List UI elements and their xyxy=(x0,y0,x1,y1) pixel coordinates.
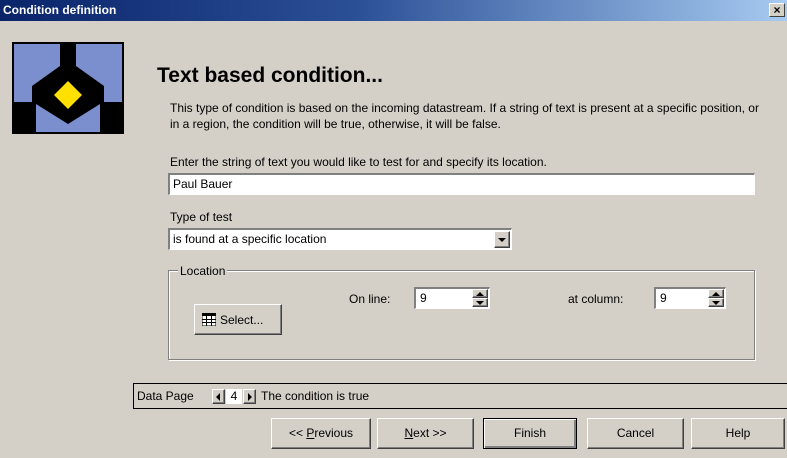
previous-button[interactable]: << Previous xyxy=(271,418,371,449)
page-number: 4 xyxy=(226,389,242,404)
line-decrement-button[interactable] xyxy=(472,298,488,307)
close-icon: × xyxy=(773,3,781,17)
status-bar: Data Page 4 The condition is true xyxy=(133,383,787,409)
test-type-dropdown-button[interactable] xyxy=(494,231,510,248)
select-location-button[interactable]: Select... xyxy=(194,304,282,335)
window-title: Condition definition xyxy=(3,3,117,17)
condition-logo-icon xyxy=(14,44,122,132)
previous-prefix: << xyxy=(288,426,307,440)
cancel-button[interactable]: Cancel xyxy=(587,418,684,449)
data-page-label: Data Page xyxy=(137,389,194,403)
chevron-down-icon xyxy=(498,238,506,242)
previous-rest: revious xyxy=(314,426,354,440)
spin-down-icon xyxy=(712,301,720,305)
search-text-input[interactable]: Paul Bauer xyxy=(168,173,755,195)
title-bar: Condition definition × xyxy=(0,0,787,21)
line-increment-button[interactable] xyxy=(472,289,488,298)
condition-logo xyxy=(12,42,124,134)
column-value: 9 xyxy=(660,291,667,305)
line-label: On line: xyxy=(349,292,391,306)
location-legend: Location xyxy=(178,264,228,278)
line-spinner[interactable]: 9 xyxy=(414,287,490,309)
next-rest: ext >> xyxy=(413,426,447,440)
column-increment-button[interactable] xyxy=(708,289,724,298)
next-button[interactable]: Next >> xyxy=(377,418,474,449)
close-button[interactable]: × xyxy=(769,3,785,17)
test-type-select[interactable]: is found at a specific location xyxy=(168,228,512,250)
grid-icon xyxy=(202,313,216,326)
next-hotkey: N xyxy=(404,426,414,440)
test-type-value: is found at a specific location xyxy=(173,232,327,246)
help-button[interactable]: Help xyxy=(691,418,785,449)
column-spinner[interactable]: 9 xyxy=(654,287,726,309)
spin-down-icon xyxy=(476,301,484,305)
test-type-label: Type of test xyxy=(170,210,233,224)
search-text-label: Enter the string of text you would like … xyxy=(170,155,547,169)
previous-page-button[interactable] xyxy=(212,389,225,404)
chevron-right-icon xyxy=(248,393,252,401)
spin-up-icon xyxy=(476,292,484,296)
page-heading: Text based condition... xyxy=(157,64,383,87)
condition-status-text: The condition is true xyxy=(261,389,370,403)
spin-up-icon xyxy=(712,292,720,296)
column-label: at column: xyxy=(568,292,624,306)
description-text: This type of condition is based on the i… xyxy=(170,101,759,131)
line-value: 9 xyxy=(420,291,427,305)
select-button-label: Select... xyxy=(220,313,264,327)
column-decrement-button[interactable] xyxy=(708,298,724,307)
next-page-button[interactable] xyxy=(243,389,256,404)
finish-button[interactable]: Finish xyxy=(483,418,577,449)
chevron-left-icon xyxy=(216,393,220,401)
